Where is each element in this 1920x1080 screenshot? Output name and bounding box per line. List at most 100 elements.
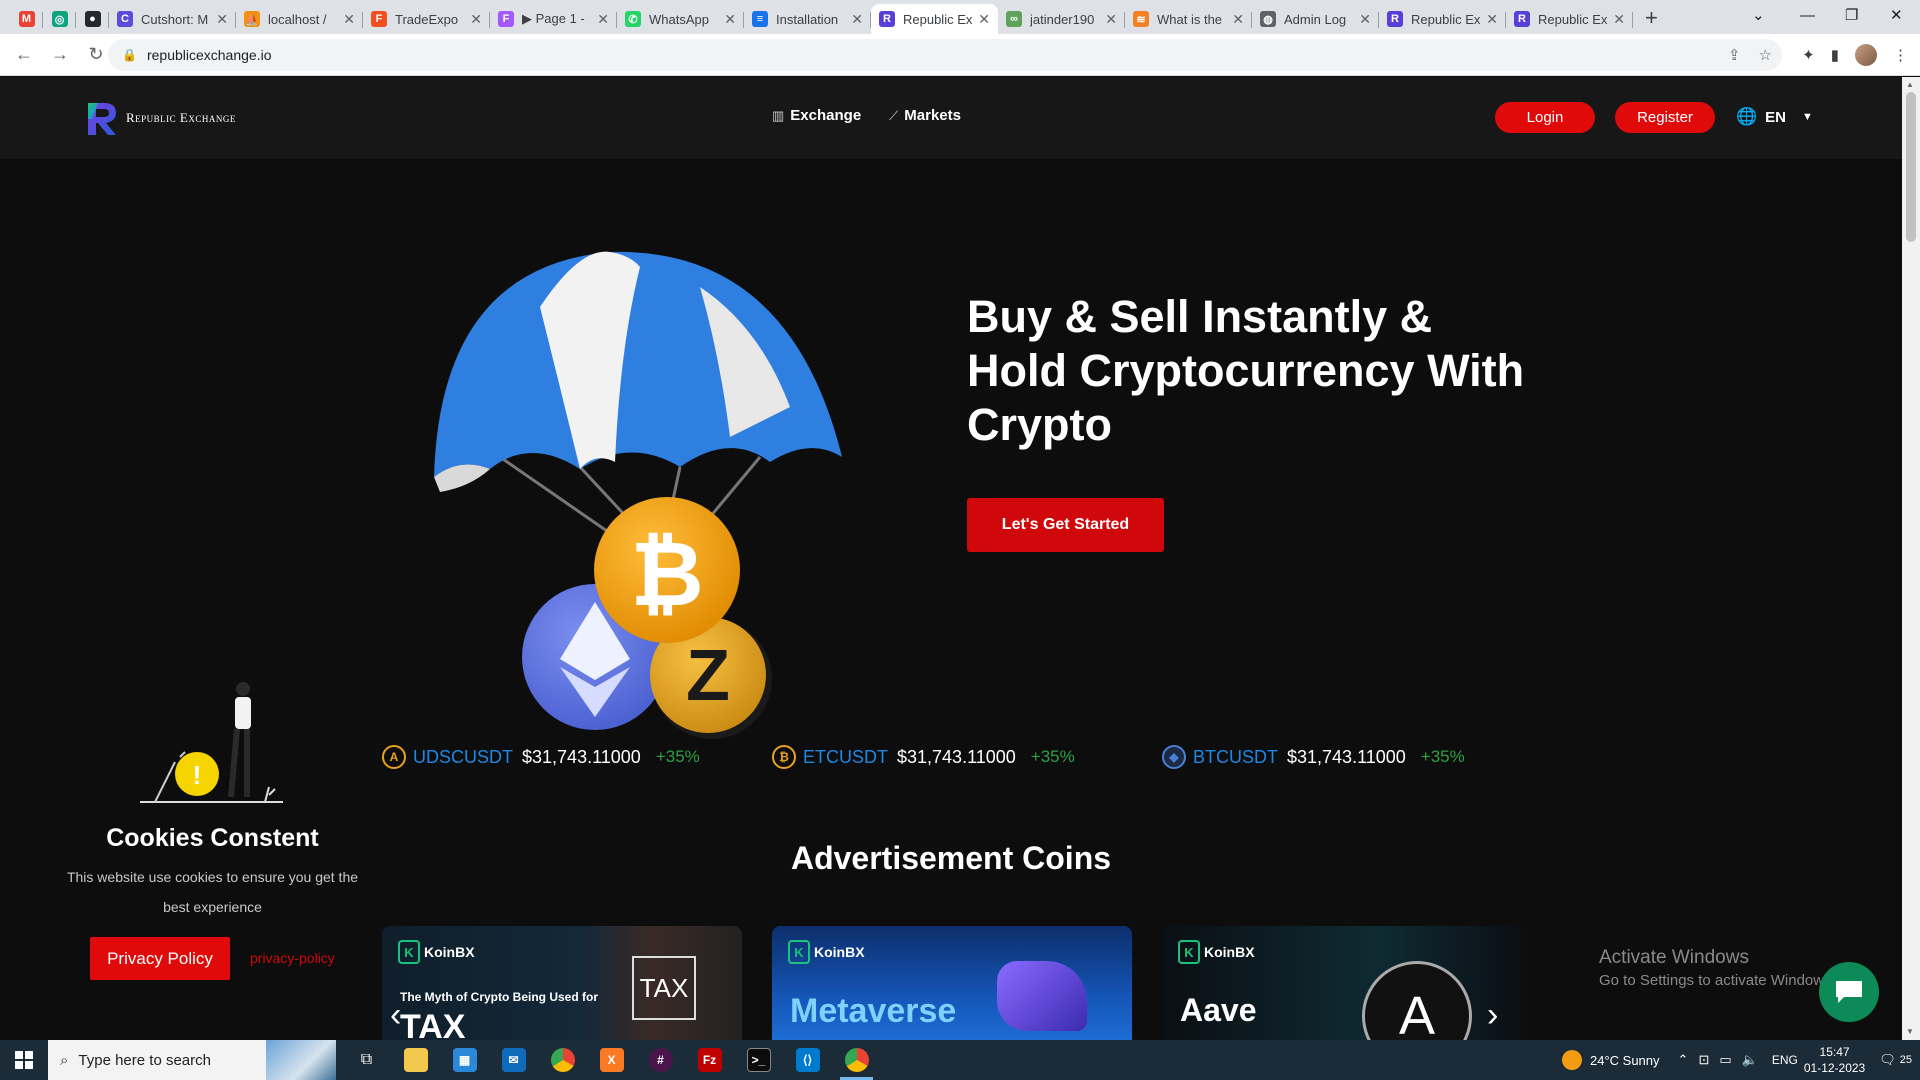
tab-close-icon[interactable]: ✕ [851,11,863,28]
new-tab-button[interactable]: + [1645,4,1658,34]
tab-close-icon[interactable]: ✕ [1105,11,1117,28]
tab-close-icon[interactable]: ✕ [978,11,990,28]
login-button[interactable]: Login [1495,102,1595,133]
restore-icon[interactable]: ❐ [1845,0,1858,30]
tab-search-icon[interactable]: ⌄ [1752,0,1765,30]
tab-close-icon[interactable]: ✕ [724,11,736,28]
privacy-policy-button[interactable]: Privacy Policy [90,937,230,980]
address-bar[interactable]: 🔒 republicexchange.io ⇪ ☆ [108,39,1782,71]
ticker-item[interactable]: A UDSCUSDT $31,743.11000 +35% [382,745,700,769]
filezilla-icon[interactable]: Fz [685,1040,734,1080]
tab-close-icon[interactable]: ✕ [597,11,609,28]
browser-tab[interactable]: ⛵ localhost / ✕ [236,4,363,34]
get-started-button[interactable]: Let's Get Started [967,498,1164,552]
ad-card[interactable]: K KoinBX Metaverse [772,926,1132,1040]
task-view-icon[interactable]: ⧉ [342,1040,391,1080]
tab-title: TradeExpo [395,11,459,27]
taskbar-search[interactable]: ⌕ Type here to search [48,1040,336,1080]
profile-avatar[interactable] [1855,44,1877,66]
usdc-coin-icon: A [382,745,406,769]
tab-close-icon[interactable]: ✕ [1486,11,1498,28]
browser-tab[interactable]: ◍ Admin Log ✕ [1252,4,1379,34]
chrome-icon[interactable] [538,1040,587,1080]
back-icon[interactable]: ← [6,37,42,73]
lock-icon[interactable]: 🔒 [122,48,137,62]
browser-tab[interactable]: R Republic Ex ✕ [1379,4,1506,34]
browser-tab[interactable]: ≡ Installation ✕ [744,4,871,34]
scrollbar-thumb[interactable] [1906,92,1916,242]
ad-brand-label: KoinBX [424,944,475,960]
ad-card[interactable]: K KoinBX The Myth of Crypto Being Used fo… [382,926,742,1040]
ad-brand-label: KoinBX [1204,944,1255,960]
ticker-item[interactable]: ₿ ETCUSDT $31,743.11000 +35% [772,745,1075,769]
clock[interactable]: 15:47 01-12-2023 [1804,1044,1865,1076]
ticker-symbol: ETCUSDT [803,746,888,767]
minimize-icon[interactable]: — [1800,0,1815,30]
ticker-item[interactable]: ◆ BTCUSDT $31,743.11000 +35% [1162,745,1465,769]
tab-close-icon[interactable]: ✕ [1232,11,1244,28]
meet-now-icon[interactable]: ⊡ [1698,1052,1709,1068]
browser-tab[interactable]: F TradeExpo ✕ [363,4,490,34]
scroll-down-icon[interactable]: ▼ [1906,1027,1914,1036]
file-explorer-icon[interactable] [391,1040,440,1080]
tab-close-icon[interactable]: ✕ [1359,11,1371,28]
weather-text[interactable]: 24°C Sunny [1590,1053,1660,1068]
browser-tab[interactable]: ● [76,4,109,34]
nav-markets[interactable]: ⟋ Markets [889,107,961,124]
chat-widget-button[interactable] [1819,962,1879,1022]
site-logo[interactable]: Republic Exchange [84,99,236,137]
tab-close-icon[interactable]: ✕ [470,11,482,28]
network-icon[interactable]: ▭ [1719,1052,1731,1068]
gitlab-icon: ∞ [1006,11,1022,27]
input-language[interactable]: ENG [1772,1053,1798,1067]
privacy-policy-link[interactable]: privacy-policy [250,950,335,966]
tab-close-icon[interactable]: ✕ [216,11,228,28]
mail-icon[interactable]: ✉ [489,1040,538,1080]
terminal-icon[interactable]: >_ [734,1040,783,1080]
carousel-next-icon[interactable]: › [1487,996,1498,1035]
browser-tab-strip: M ◎ ● C Cutshort: M ✕ ⛵ localhost / ✕ F TradeExpo ✕… [0,0,1920,34]
tray-chevron-icon[interactable]: ⌃ [1678,1052,1689,1068]
extensions-puzzle-icon[interactable]: ✦ [1802,46,1815,64]
figma-icon: F [498,11,514,27]
ticker-change: +35% [1420,747,1465,766]
forward-icon[interactable]: → [42,37,78,73]
browser-tab[interactable]: R Republic Ex ✕ [1506,4,1633,34]
slack-icon[interactable]: # [636,1040,685,1080]
scroll-up-icon[interactable]: ▲ [1906,80,1914,89]
carousel-prev-icon[interactable]: ‹ [390,996,401,1035]
start-button[interactable] [0,1040,48,1080]
register-button[interactable]: Register [1615,102,1715,133]
republic-icon: R [1514,11,1530,27]
nav-exchange[interactable]: ▥ Exchange [772,107,861,124]
language-selector[interactable]: 🌐 EN ▼ [1736,107,1813,127]
side-panel-icon[interactable]: ▮ [1831,46,1839,64]
browser-tab[interactable]: ∞ jatinder190 ✕ [998,4,1125,34]
ad-card[interactable]: K KoinBX Aave A › [1162,926,1522,1040]
chrome-active-icon[interactable] [832,1040,881,1080]
tab-close-icon[interactable]: ✕ [1613,11,1625,28]
republic-logo-icon [84,99,120,137]
weather-sun-icon[interactable] [1562,1050,1582,1070]
browser-tab[interactable]: R Republic Ex ✕ [871,4,998,34]
browser-tab[interactable]: M [10,4,43,34]
close-window-icon[interactable]: ✕ [1890,0,1903,30]
page-scrollbar[interactable]: ▲ ▼ [1902,77,1920,1040]
tab-title: Republic Ex [1411,11,1481,27]
tab-close-icon[interactable]: ✕ [343,11,355,28]
browser-tab[interactable]: ◎ [43,4,76,34]
browser-tab[interactable]: F ▶ Page 1 - ✕ [490,4,617,34]
bookmark-star-icon[interactable]: ☆ [1759,46,1772,64]
vscode-icon[interactable]: ⟨⟩ [783,1040,832,1080]
browser-tab[interactable]: C Cutshort: M ✕ [109,4,236,34]
store-icon[interactable]: ▦ [440,1040,489,1080]
share-icon[interactable]: ⇪ [1728,46,1741,64]
notifications-icon[interactable]: 🗨 [1879,1052,1896,1068]
svg-text:!: ! [193,760,202,790]
volume-icon[interactable]: 🔈 [1742,1052,1758,1068]
menu-kebab-icon[interactable]: ⋮ [1893,46,1908,64]
browser-tab[interactable]: ≋ What is the ✕ [1125,4,1252,34]
xampp-icon[interactable]: X [587,1040,636,1080]
browser-tab[interactable]: ✆ WhatsApp ✕ [617,4,744,34]
tab-title: Republic Ex [903,11,973,27]
